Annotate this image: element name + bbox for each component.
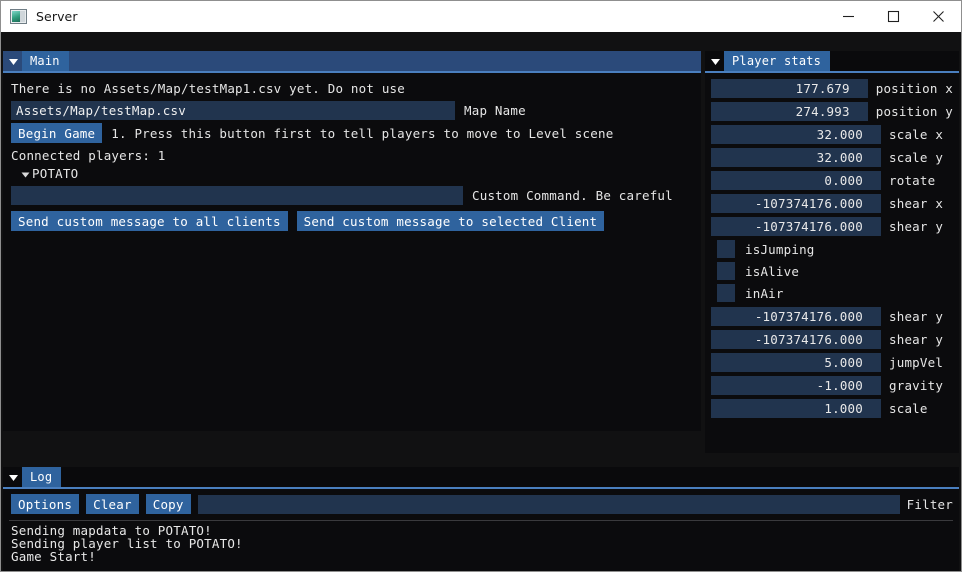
stat-field-shear-y-2[interactable]: -107374176.000 — [711, 307, 881, 326]
log-clear-button[interactable]: Clear — [86, 494, 139, 514]
checkbox-row: isJumping — [711, 240, 953, 258]
tab-player-stats-label: Player stats — [732, 54, 822, 68]
send-to-selected-client-button[interactable]: Send custom message to selected Client — [296, 211, 605, 231]
minimize-button[interactable] — [826, 1, 871, 32]
map-name-input[interactable]: Assets/Map/testMap.csv — [11, 101, 455, 120]
checkbox-row: inAir — [711, 284, 953, 302]
player-tree-node-potato[interactable]: POTATO — [11, 165, 693, 183]
checkbox-label-isalive: isAlive — [745, 263, 800, 279]
checkbox-row: isAlive — [711, 262, 953, 280]
map-name-label: Map Name — [464, 103, 526, 118]
stat-label-scale-y: scale y — [889, 150, 944, 165]
panel-log: Log Options Clear Copy Filter Sending ma… — [3, 467, 959, 571]
custom-command-row: Custom Command. Be careful — [11, 186, 693, 205]
triangle-down-icon[interactable] — [18, 170, 32, 179]
triangle-down-icon[interactable] — [5, 467, 22, 487]
stat-field-scale[interactable]: 1.000 — [711, 399, 881, 418]
map-name-row: Assets/Map/testMap.csv Map Name — [11, 101, 693, 120]
tab-main-label: Main — [30, 54, 60, 68]
send-to-all-clients-button[interactable]: Send custom message to all clients — [11, 211, 288, 231]
tab-log[interactable]: Log — [22, 467, 62, 487]
begin-game-button[interactable]: Begin Game — [11, 123, 103, 143]
stat-row: -107374176.000 shear y — [711, 330, 953, 349]
tab-player-stats[interactable]: Player stats — [724, 51, 831, 71]
window-title: Server — [36, 9, 78, 24]
custom-command-label: Custom Command. Be careful — [472, 188, 673, 203]
custom-command-input[interactable] — [11, 186, 463, 205]
stat-label-position-y: position y — [875, 104, 953, 119]
checkbox-label-inair: inAir — [745, 285, 784, 301]
stat-row: 177.679 position x — [711, 79, 953, 98]
stat-field-shear-x[interactable]: -107374176.000 — [711, 194, 881, 213]
stat-row: -1.000 gravity — [711, 376, 953, 395]
stat-row: -107374176.000 shear y — [711, 217, 953, 236]
panel-main: Main There is no Assets/Map/testMap1.csv… — [3, 51, 701, 431]
tab-log-label: Log — [30, 470, 53, 484]
stat-field-jumpvel[interactable]: 5.000 — [711, 353, 881, 372]
begin-game-row: Begin Game 1. Press this button first to… — [11, 123, 693, 143]
stat-field-position-x[interactable]: 177.679 — [711, 79, 868, 98]
panel-log-titlebar[interactable]: Log — [3, 467, 959, 487]
log-output: Sending mapdata to POTATO! Sending playe… — [3, 521, 959, 563]
stat-label-gravity: gravity — [889, 378, 944, 393]
map-warning-text: There is no Assets/Map/testMap1.csv yet.… — [11, 81, 406, 96]
panel-player-stats: Player stats 177.679 position x 274.993 … — [705, 51, 959, 453]
player-tree-label: POTATO — [32, 166, 79, 181]
stat-field-rotate[interactable]: 0.000 — [711, 171, 881, 190]
window-controls — [826, 1, 961, 32]
triangle-down-icon[interactable] — [5, 51, 22, 71]
stat-label-position-x: position x — [875, 81, 953, 96]
log-filter-input[interactable] — [197, 494, 900, 514]
stat-label-scale: scale — [889, 401, 928, 416]
triangle-down-icon[interactable] — [707, 51, 724, 71]
app-image-icon — [10, 9, 27, 24]
tab-main[interactable]: Main — [22, 51, 69, 71]
stat-row: 0.000 rotate — [711, 171, 953, 190]
stat-label-shear-y-2: shear y — [889, 309, 944, 324]
send-buttons-row: Send custom message to all clients Send … — [11, 211, 693, 231]
panel-player-stats-body: 177.679 position x 274.993 position y 32… — [705, 73, 959, 453]
log-options-button[interactable]: Options — [11, 494, 80, 514]
stat-label-rotate: rotate — [889, 173, 936, 188]
stat-field-gravity[interactable]: -1.000 — [711, 376, 881, 395]
stat-label-shear-y: shear y — [889, 219, 944, 234]
server-window: Server Main There is no Assets/Map/testM… — [0, 0, 962, 572]
stat-row: 32.000 scale y — [711, 148, 953, 167]
log-line: Sending player list to POTATO! — [11, 536, 243, 551]
stat-field-shear-y-3[interactable]: -107374176.000 — [711, 330, 881, 349]
stat-row: 1.000 scale — [711, 399, 953, 418]
stat-field-shear-y[interactable]: -107374176.000 — [711, 217, 881, 236]
window-titlebar: Server — [1, 1, 961, 32]
stat-row: -107374176.000 shear x — [711, 194, 953, 213]
checkbox-label-isjumping: isJumping — [745, 241, 815, 257]
stat-row: 274.993 position y — [711, 102, 953, 121]
connected-players-text: Connected players: 1 — [11, 148, 166, 163]
stat-row: 32.000 scale x — [711, 125, 953, 144]
log-toolbar: Options Clear Copy Filter — [3, 489, 959, 514]
checkbox-isjumping[interactable] — [717, 240, 735, 258]
checkbox-isalive[interactable] — [717, 262, 735, 280]
stat-label-shear-x: shear x — [889, 196, 944, 211]
stat-row: -107374176.000 shear y — [711, 307, 953, 326]
maximize-button[interactable] — [871, 1, 916, 32]
stat-label-scale-x: scale x — [889, 127, 944, 142]
stat-label-jumpvel: jumpVel — [889, 355, 944, 370]
stat-label-shear-y-3: shear y — [889, 332, 944, 347]
log-line: Game Start! — [11, 549, 96, 564]
stat-field-position-y[interactable]: 274.993 — [711, 102, 868, 121]
stat-row: 5.000 jumpVel — [711, 353, 953, 372]
log-filter-label: Filter — [906, 496, 953, 512]
dockspace: Main There is no Assets/Map/testMap1.csv… — [1, 32, 961, 571]
checkbox-inair[interactable] — [717, 284, 735, 302]
panel-main-titlebar[interactable]: Main — [3, 51, 701, 71]
stat-field-scale-y[interactable]: 32.000 — [711, 148, 881, 167]
panel-player-stats-titlebar[interactable]: Player stats — [705, 51, 959, 71]
log-copy-button[interactable]: Copy — [145, 494, 191, 514]
panel-log-body: Options Clear Copy Filter Sending mapdat… — [3, 489, 959, 571]
begin-game-hint: 1. Press this button first to tell playe… — [111, 125, 614, 141]
close-button[interactable] — [916, 1, 961, 32]
stat-field-scale-x[interactable]: 32.000 — [711, 125, 881, 144]
panel-main-body: There is no Assets/Map/testMap1.csv yet.… — [3, 73, 701, 431]
